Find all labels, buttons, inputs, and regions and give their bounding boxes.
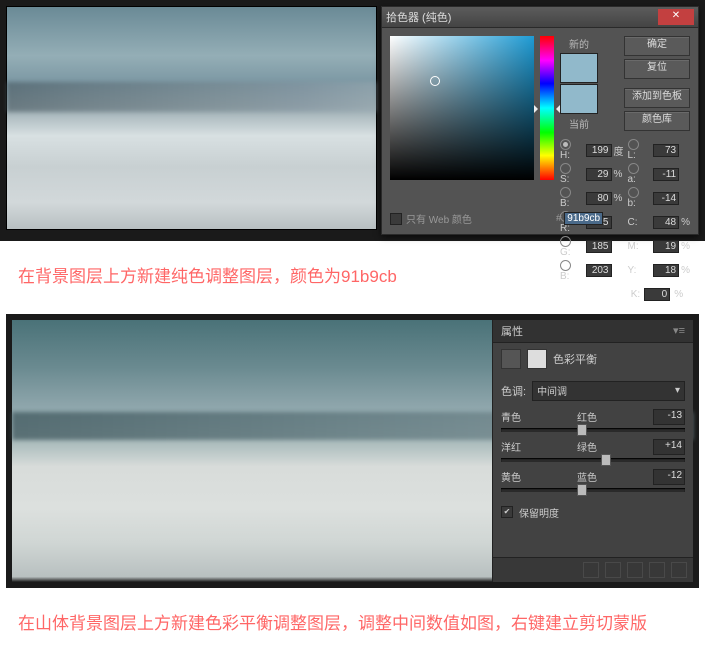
web-only-checkbox[interactable] <box>390 213 402 225</box>
radio-bv[interactable] <box>560 187 571 198</box>
slider-right-label: 蓝色 <box>577 469 597 485</box>
properties-panel: 属性 ▾≡ 色彩平衡 色调: 中间调 ▾ 青色 红色 -13 洋红 绿色 +14 黄色 蓝色 -… <box>492 320 693 582</box>
reset-icon[interactable] <box>627 562 643 578</box>
preserve-luminosity-label: 保留明度 <box>519 505 559 520</box>
add-swatch-button[interactable]: 添加到色板 <box>624 88 690 108</box>
field-s[interactable]: 29 <box>586 168 612 181</box>
field-k[interactable]: 0 <box>644 288 670 301</box>
field-c[interactable]: 48 <box>653 216 679 229</box>
slider-left-label: 黄色 <box>501 469 521 485</box>
field-y[interactable]: 18 <box>653 264 679 277</box>
slider-right-label: 绿色 <box>577 439 597 455</box>
revert-icon[interactable] <box>649 562 665 578</box>
radio-s[interactable] <box>560 163 571 174</box>
trash-icon[interactable] <box>671 562 687 578</box>
chevron-down-icon: ▾ <box>675 385 680 396</box>
slider-track-2[interactable] <box>501 488 685 492</box>
adjustment-icon <box>501 349 521 369</box>
slider-track-0[interactable] <box>501 428 685 432</box>
field-b2[interactable]: -14 <box>653 192 679 205</box>
slider-value-1[interactable]: +14 <box>653 439 685 455</box>
web-only-label: 只有 Web 颜色 <box>406 211 472 226</box>
cancel-button[interactable]: 复位 <box>624 59 690 79</box>
saturation-value-field[interactable] <box>390 36 534 180</box>
color-picker-dialog: 拾色器 (纯色) ✕ 新的 当前 确定 <box>381 6 699 235</box>
field-bl[interactable]: 203 <box>586 264 612 277</box>
eye-icon[interactable] <box>605 562 621 578</box>
adjustment-type: 色彩平衡 <box>553 351 597 367</box>
tone-select[interactable]: 中间调 ▾ <box>532 381 685 401</box>
slider-thumb-2[interactable] <box>577 484 587 496</box>
radio-g[interactable] <box>560 236 571 247</box>
hex-input[interactable]: 91b9cb <box>564 212 603 225</box>
radio-b2[interactable] <box>628 187 639 198</box>
slider-left-label: 青色 <box>501 409 521 425</box>
properties-tab[interactable]: 属性 <box>501 323 523 339</box>
slider-left-label: 洋红 <box>501 439 521 455</box>
hue-slider[interactable] <box>540 36 554 180</box>
color-picker-titlebar[interactable]: 拾色器 (纯色) ✕ <box>382 7 698 28</box>
radio-a[interactable] <box>628 163 639 174</box>
slider-value-0[interactable]: -13 <box>653 409 685 425</box>
background-photo-1 <box>6 6 377 230</box>
current-color-swatch <box>560 84 598 114</box>
radio-bl[interactable] <box>560 260 571 271</box>
new-color-swatch <box>560 53 598 83</box>
field-a[interactable]: -11 <box>653 168 679 181</box>
slider-right-label: 红色 <box>577 409 597 425</box>
color-library-button[interactable]: 颜色库 <box>624 111 690 131</box>
field-g[interactable]: 185 <box>586 240 612 253</box>
close-icon[interactable]: ✕ <box>658 9 694 25</box>
slider-value-2[interactable]: -12 <box>653 469 685 485</box>
hue-thumb[interactable] <box>538 105 556 117</box>
current-color-label: 当前 <box>569 116 589 131</box>
mask-icon <box>527 349 547 369</box>
field-h[interactable]: 199 <box>586 144 612 157</box>
caption-2: 在山体背景图层上方新建色彩平衡调整图层，调整中间数值如图，右键建立剪切蒙版 <box>0 588 705 661</box>
panel-footer <box>493 557 693 582</box>
radio-l[interactable] <box>628 139 639 150</box>
field-l[interactable]: 73 <box>653 144 679 157</box>
slider-thumb-1[interactable] <box>601 454 611 466</box>
field-bv[interactable]: 80 <box>586 192 612 205</box>
hex-prefix: # <box>556 213 562 224</box>
preserve-luminosity-checkbox[interactable] <box>501 506 513 518</box>
field-m[interactable]: 19 <box>653 240 679 253</box>
ok-button[interactable]: 确定 <box>624 36 690 56</box>
sv-cursor[interactable] <box>430 76 440 86</box>
radio-h[interactable] <box>560 139 571 150</box>
slider-track-1[interactable] <box>501 458 685 462</box>
clip-icon[interactable] <box>583 562 599 578</box>
panel-menu-icon[interactable]: ▾≡ <box>673 324 685 337</box>
tone-label: 色调: <box>501 383 526 399</box>
slider-thumb-0[interactable] <box>577 424 587 436</box>
new-color-label: 新的 <box>569 36 589 51</box>
color-picker-title: 拾色器 (纯色) <box>386 9 451 25</box>
